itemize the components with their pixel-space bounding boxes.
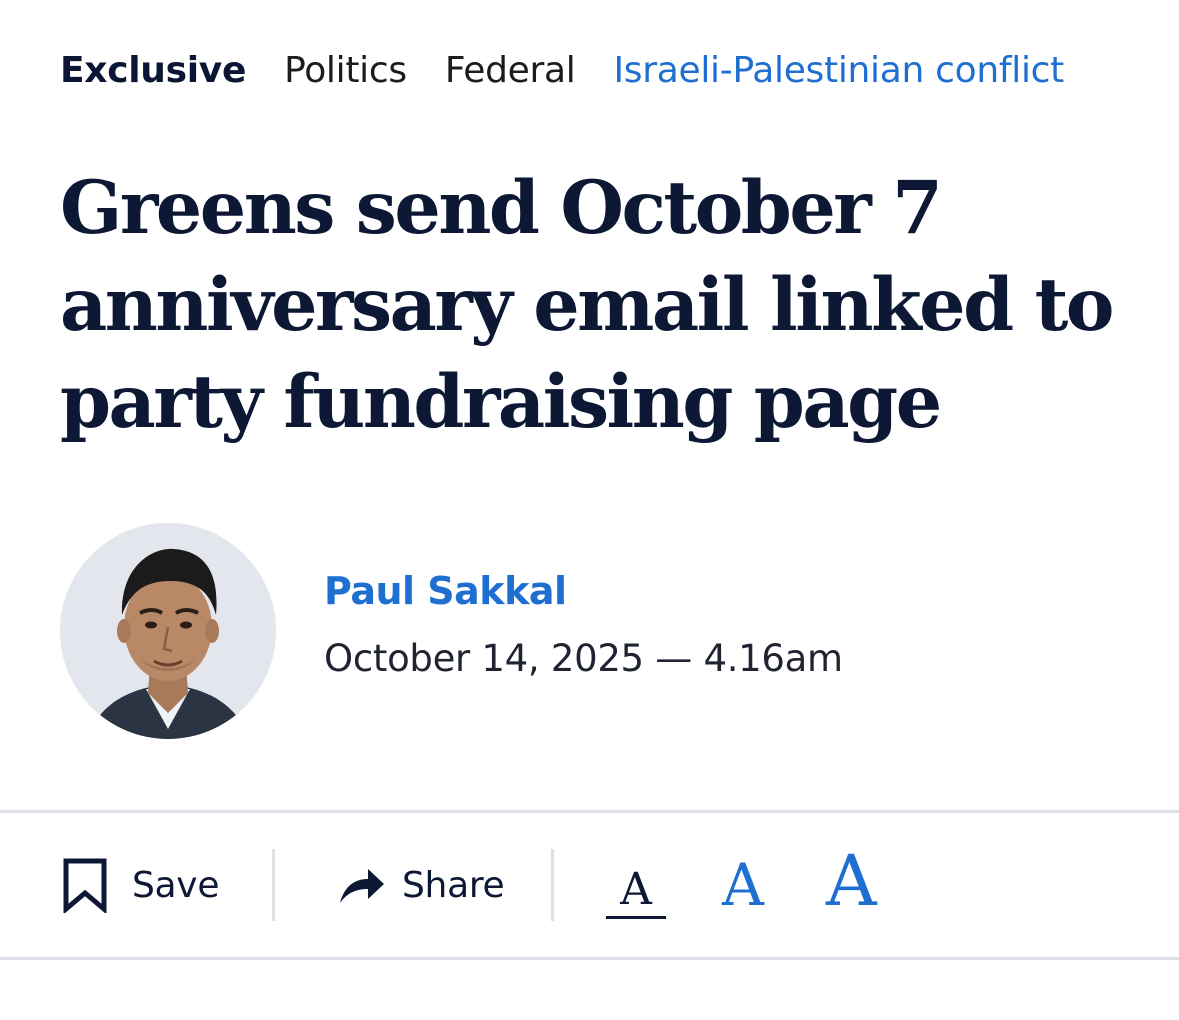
font-size-medium-button[interactable]: A bbox=[722, 856, 764, 914]
tag-federal[interactable]: Federal bbox=[445, 50, 576, 91]
tag-politics[interactable]: Politics bbox=[284, 50, 407, 91]
toolbar-bottom-divider bbox=[0, 957, 1179, 960]
share-button[interactable]: Share bbox=[338, 813, 505, 957]
publish-date: October 14, 2025 bbox=[324, 637, 644, 680]
publish-datetime: October 14, 2025 — 4.16am bbox=[324, 637, 843, 680]
bookmark-icon bbox=[63, 858, 107, 913]
save-button[interactable]: Save bbox=[62, 813, 219, 957]
tag-exclusive: Exclusive bbox=[60, 49, 247, 91]
toolbar-divider bbox=[551, 849, 554, 921]
author-photo bbox=[60, 523, 276, 739]
author-avatar[interactable] bbox=[60, 523, 276, 739]
share-arrow-icon bbox=[340, 869, 384, 903]
author-name[interactable]: Paul Sakkal bbox=[324, 569, 567, 613]
tag-israeli-palestinian-conflict[interactable]: Israeli-Palestinian conflict bbox=[613, 50, 1064, 91]
font-size-small-button[interactable]: A bbox=[606, 868, 666, 919]
font-size-large-button[interactable]: A bbox=[826, 846, 877, 916]
category-tags: Exclusive Politics Federal Israeli-Pales… bbox=[60, 46, 1064, 94]
article-toolbar: Save Share bbox=[0, 813, 1179, 957]
datetime-separator: — bbox=[655, 637, 692, 680]
toolbar-divider bbox=[272, 849, 275, 921]
publish-time: 4.16am bbox=[703, 637, 843, 680]
share-label: Share bbox=[402, 864, 505, 906]
article-headline: Greens send October 7 anniversary email … bbox=[60, 165, 1115, 445]
save-label: Save bbox=[132, 864, 220, 906]
